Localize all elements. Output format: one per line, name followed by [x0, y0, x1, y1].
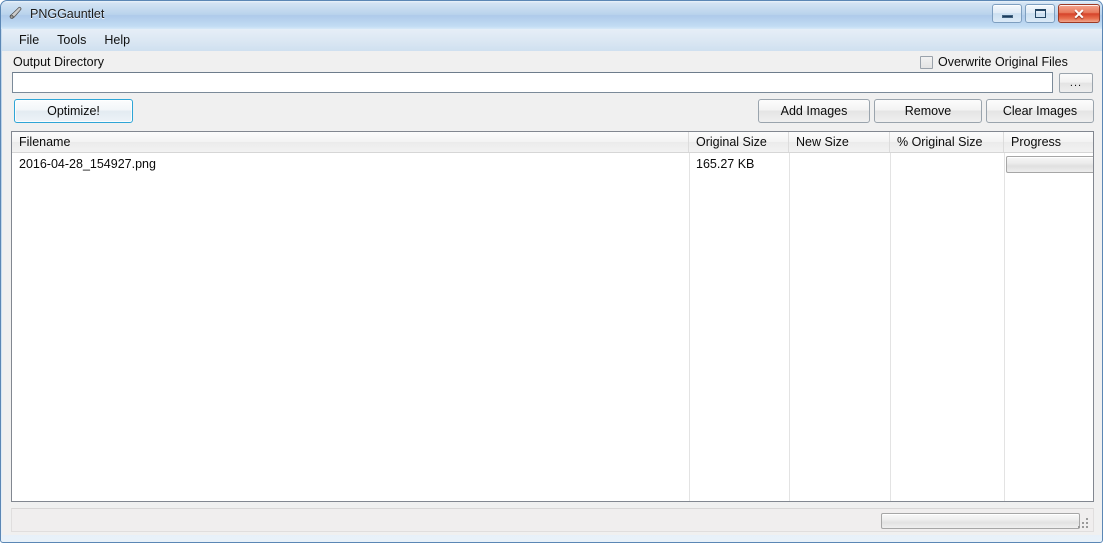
cell-progress — [1004, 153, 1093, 175]
list-body: 2016-04-28_154927.png 165.27 KB — [12, 153, 1093, 501]
status-bar — [11, 508, 1094, 532]
minimize-icon — [1001, 14, 1013, 18]
clear-images-button[interactable]: Clear Images — [986, 99, 1094, 123]
column-header-original-size[interactable]: Original Size — [689, 132, 789, 152]
column-header-percent-original-size[interactable]: % Original Size — [890, 132, 1004, 152]
browse-button[interactable]: ... — [1059, 73, 1093, 93]
title-bar-content: PNGGauntlet — [8, 6, 104, 22]
add-images-button[interactable]: Add Images — [758, 99, 870, 123]
title-bar[interactable]: PNGGauntlet ✕ — [1, 1, 1102, 29]
table-row[interactable]: 2016-04-28_154927.png 165.27 KB — [12, 153, 1093, 175]
close-button[interactable]: ✕ — [1058, 4, 1100, 23]
grid-line — [890, 153, 891, 501]
resize-grip[interactable] — [1076, 515, 1090, 529]
grid-line — [1004, 153, 1005, 501]
column-header-new-size[interactable]: New Size — [789, 132, 890, 152]
output-directory-label: Output Directory — [13, 55, 105, 69]
menu-item-help[interactable]: Help — [95, 31, 139, 50]
image-list-view[interactable]: Filename Original Size New Size % Origin… — [11, 131, 1094, 502]
column-header-progress[interactable]: Progress — [1004, 132, 1093, 152]
optimize-button[interactable]: Optimize! — [14, 99, 133, 123]
remove-button[interactable]: Remove — [874, 99, 982, 123]
menu-bar: File Tools Help — [2, 29, 1102, 51]
maximize-icon — [1034, 9, 1046, 18]
window-title: PNGGauntlet — [30, 7, 105, 21]
cell-new-size — [789, 153, 890, 175]
maximize-button[interactable] — [1025, 4, 1055, 23]
grid-line — [789, 153, 790, 501]
close-icon: ✕ — [1073, 5, 1085, 22]
cell-original-size: 165.27 KB — [696, 157, 755, 171]
grid-line — [689, 153, 690, 501]
output-directory-input[interactable] — [12, 72, 1053, 93]
column-header-filename[interactable]: Filename — [12, 132, 689, 152]
application-window: PNGGauntlet ✕ File Tools Help Output Dir… — [0, 0, 1103, 543]
cell-filename: 2016-04-28_154927.png — [19, 157, 156, 171]
client-area: Output Directory Overwrite Original File… — [2, 51, 1102, 535]
row-progress-bar — [1006, 156, 1093, 173]
overwrite-checkbox[interactable] — [920, 55, 933, 69]
list-header-row: Filename Original Size New Size % Origin… — [12, 132, 1093, 153]
gauntlet-icon — [8, 6, 24, 22]
overwrite-label: Overwrite Original Files — [938, 55, 1068, 69]
overwrite-original-files-group[interactable]: Overwrite Original Files — [920, 55, 1068, 69]
menu-item-tools[interactable]: Tools — [48, 31, 95, 50]
cell-percent-original-size — [890, 153, 1004, 175]
minimize-button[interactable] — [992, 4, 1022, 23]
menu-item-file[interactable]: File — [10, 31, 48, 50]
window-controls: ✕ — [992, 4, 1100, 23]
status-progress-bar — [881, 513, 1080, 529]
